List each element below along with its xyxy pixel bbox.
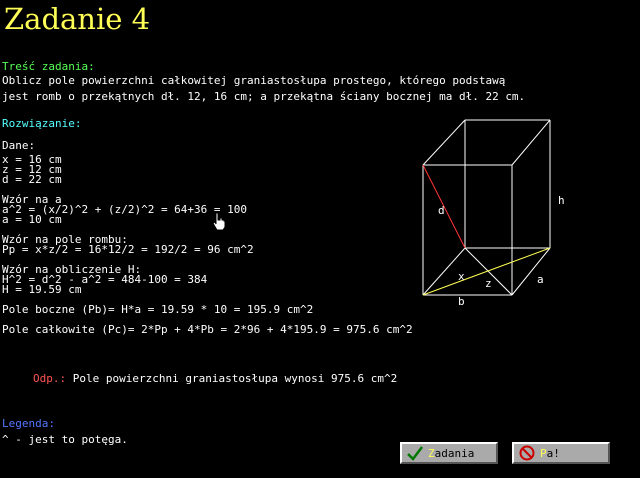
label-h: h [558,194,565,207]
no-entry-icon [519,445,535,461]
prism-edge [422,119,466,166]
label-x: x [458,270,465,283]
hand-cursor-icon [212,212,226,231]
label-z: z [485,277,492,290]
prism-diagram: d h x z a b [422,119,565,308]
label-d: d [438,204,445,217]
pause-button-label: Pa! [540,446,560,460]
label-a: a [537,273,544,286]
tasks-button-label: Zadania [428,446,475,460]
checkmark-icon [407,446,423,461]
tasks-button[interactable]: Zadania [400,442,498,464]
label-b: b [458,295,465,308]
pause-button[interactable]: Pa! [512,442,610,464]
prism-edge [511,119,551,166]
